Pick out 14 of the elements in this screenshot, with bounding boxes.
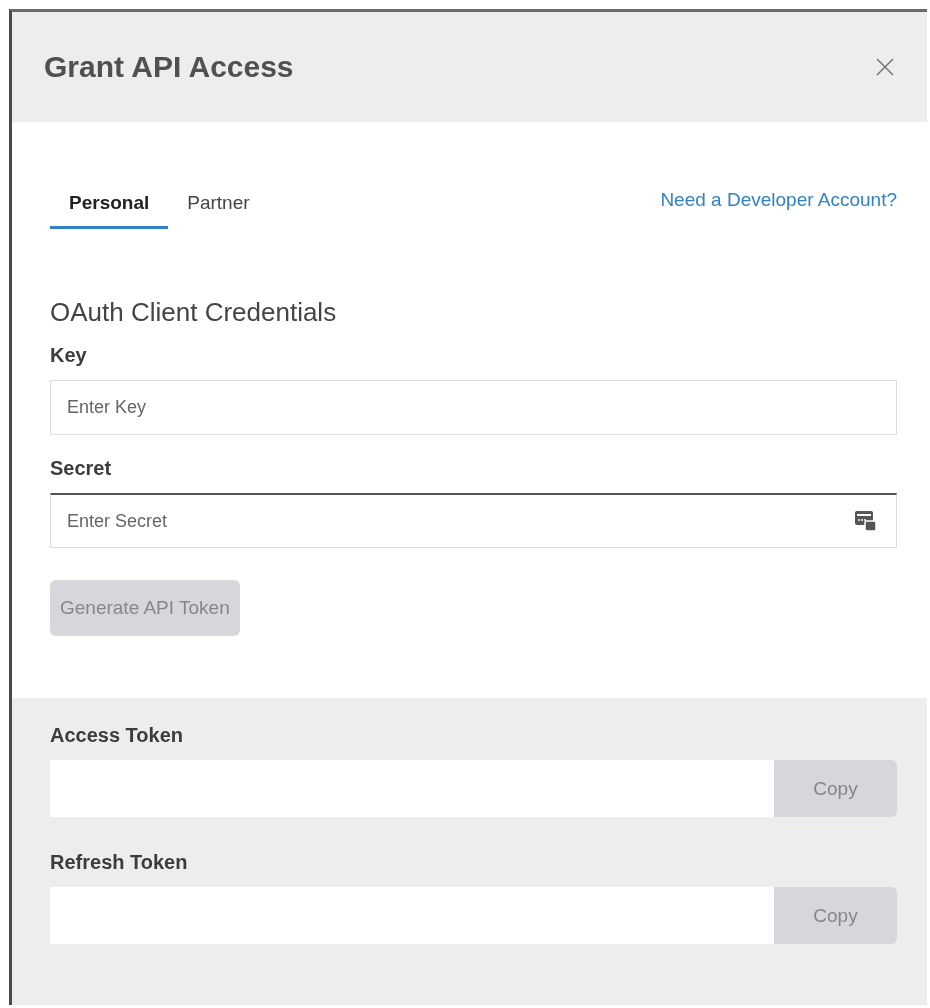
field-label: Access Token: [50, 724, 185, 747]
token-field[interactable]: [50, 760, 774, 817]
dialog-title: Grant API Access: [44, 50, 294, 84]
field-label: Secret: [50, 457, 113, 480]
tab[interactable]: Partner: [168, 184, 269, 229]
field-label: Key: [50, 344, 88, 367]
token-field[interactable]: [50, 887, 774, 944]
text-field[interactable]: Enter Secret: [50, 493, 897, 548]
section-heading: OAuth Client Credentials: [50, 297, 338, 328]
developer-account-link[interactable]: Need a Developer Account?: [660, 184, 897, 211]
tab[interactable]: Personal: [50, 184, 169, 229]
password-manager-icon[interactable]: [854, 509, 878, 533]
close-icon: [875, 57, 895, 77]
field-label: Refresh Token: [50, 851, 189, 874]
